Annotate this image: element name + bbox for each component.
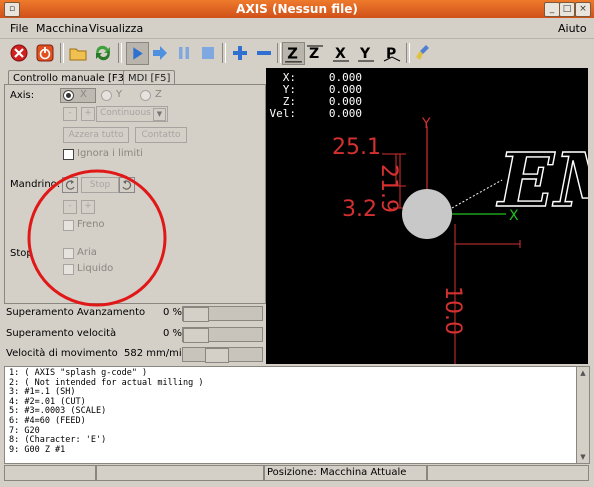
gcode-scrollbar[interactable]: ▲ ▼ bbox=[576, 366, 590, 464]
toolbar: Z Z X Y P bbox=[0, 39, 594, 69]
axis-x-label: X bbox=[80, 89, 87, 100]
rapid-move-line bbox=[451, 179, 503, 209]
view-y-icon[interactable]: Y bbox=[356, 43, 376, 63]
svg-text:Y: Y bbox=[359, 46, 371, 62]
gcode-line: 5: #3=.0003 (SCALE) bbox=[9, 406, 107, 417]
menu-bar: File Macchina Visualizza Aiuto bbox=[0, 18, 594, 39]
slider-thumb[interactable] bbox=[205, 348, 229, 363]
dim-label-b: 21.9 bbox=[376, 164, 401, 213]
stop-icon[interactable] bbox=[198, 43, 218, 63]
ignore-limits-checkbox[interactable] bbox=[63, 149, 74, 160]
power-icon[interactable] bbox=[35, 43, 55, 63]
preview-canvas[interactable]: X: 0.000 Y: 0.000 Z: 0.000 Vel: 0.000 25.1 2… bbox=[266, 68, 588, 364]
speed-override-value: 0 % bbox=[163, 328, 183, 339]
gcode-line: 3: #1=.1 (SH) bbox=[9, 387, 76, 398]
axis-y-label: Y bbox=[116, 89, 123, 100]
dimension-line-d-tick bbox=[455, 240, 521, 248]
menu-file[interactable]: File bbox=[10, 22, 28, 35]
jog-speed-slider[interactable] bbox=[182, 347, 263, 363]
jog-increment-select[interactable]: Continuous ▼ bbox=[96, 106, 168, 122]
view-z2-icon[interactable]: Z bbox=[305, 43, 325, 63]
scroll-down-icon[interactable]: ▼ bbox=[578, 452, 588, 462]
axis-z-radio[interactable] bbox=[140, 90, 151, 101]
estop-icon[interactable] bbox=[9, 43, 29, 63]
annotation-ellipse bbox=[27, 169, 167, 307]
svg-text:Z: Z bbox=[309, 46, 319, 62]
menu-macchina[interactable]: Macchina bbox=[36, 22, 88, 35]
svg-text:Z: Z bbox=[287, 46, 298, 63]
menu-visualizza[interactable]: Visualizza bbox=[89, 22, 143, 35]
open-folder-icon[interactable] bbox=[68, 43, 88, 63]
dim-label-c: 3.2 bbox=[342, 197, 377, 222]
gcode-line: 8: (Character: 'E') bbox=[9, 435, 107, 446]
y-axis-label: Y bbox=[421, 116, 431, 132]
zero-all-button[interactable]: Azzera tutto bbox=[63, 127, 129, 143]
jog-minus-button[interactable]: - bbox=[63, 107, 77, 121]
minimize-button[interactable]: _ bbox=[544, 2, 560, 17]
zoom-in-icon[interactable] bbox=[230, 43, 250, 63]
reload-icon[interactable] bbox=[93, 43, 113, 63]
title-bar: AXIS (Nessun file) ▫ _ □ × bbox=[0, 0, 594, 18]
feed-override-value: 0 % bbox=[163, 307, 183, 318]
view-z-icon[interactable]: Z bbox=[282, 42, 305, 65]
pause-icon[interactable] bbox=[174, 43, 194, 63]
status-position: Posizione: Macchina Attuale bbox=[263, 465, 428, 481]
view-x-icon[interactable]: X bbox=[331, 43, 351, 63]
status-cell-4 bbox=[426, 465, 589, 481]
toolbar-separator bbox=[222, 43, 226, 63]
run-icon[interactable] bbox=[126, 42, 149, 65]
scroll-up-icon[interactable]: ▲ bbox=[578, 368, 588, 378]
toolbar-separator bbox=[118, 43, 122, 63]
speed-override-slider[interactable] bbox=[182, 327, 263, 343]
jog-increment-value: Continuous bbox=[100, 108, 151, 118]
maximize-button[interactable]: □ bbox=[559, 2, 575, 17]
zoom-out-icon[interactable] bbox=[254, 43, 274, 63]
axis-label: Axis: bbox=[10, 90, 35, 101]
feed-override-slider[interactable] bbox=[182, 306, 263, 322]
dim-label-a: 25.1 bbox=[332, 135, 381, 160]
clear-plot-icon[interactable] bbox=[414, 43, 434, 63]
toolbar-separator bbox=[60, 43, 64, 63]
close-button[interactable]: × bbox=[575, 2, 591, 17]
toolpath-preview: 25.1 21.9 3.2 10.0 Y X EM bbox=[332, 116, 588, 364]
menu-aiuto[interactable]: Aiuto bbox=[558, 22, 587, 35]
ignore-limits-label: Ignora i limiti bbox=[77, 148, 143, 159]
gcode-text-area[interactable]: 1: ( AXIS "splash g-code" ) 2: ( Not int… bbox=[4, 366, 578, 464]
jog-speed-value: 582 mm/min bbox=[124, 348, 188, 359]
gcode-line: 9: G00 Z #1 bbox=[9, 444, 66, 455]
toolbar-separator bbox=[406, 43, 410, 63]
axis-z-label: Z bbox=[155, 89, 162, 100]
window-title: AXIS (Nessun file) bbox=[236, 2, 358, 16]
step-icon[interactable] bbox=[150, 43, 170, 63]
svg-text:X: X bbox=[335, 46, 346, 62]
axis-y-radio[interactable] bbox=[101, 90, 112, 101]
gcode-line: 2: ( Not intended for actual milling ) bbox=[9, 377, 204, 388]
jog-speed-label: Velocità di movimento bbox=[6, 348, 118, 359]
status-cell-2 bbox=[96, 465, 265, 481]
chevron-down-icon: ▼ bbox=[153, 108, 166, 121]
preview-text-em: EM bbox=[496, 138, 588, 224]
view-perspective-icon[interactable]: P bbox=[382, 43, 402, 63]
status-bar: Posizione: Macchina Attuale bbox=[4, 465, 589, 481]
touch-off-button[interactable]: Contatto bbox=[135, 127, 187, 143]
slider-thumb[interactable] bbox=[183, 307, 209, 322]
toolbar-separator bbox=[277, 43, 281, 63]
status-cell-1 bbox=[4, 465, 96, 481]
jog-plus-button[interactable]: + bbox=[81, 107, 95, 121]
speed-override-label: Superamento velocità bbox=[6, 328, 117, 339]
window-menu-icon[interactable]: ▫ bbox=[4, 2, 20, 17]
axis-x-radio[interactable] bbox=[63, 90, 74, 101]
dim-label-d: 10.0 bbox=[440, 286, 465, 335]
gcode-line: 6: #4=60 (FEED) bbox=[9, 415, 86, 426]
gcode-lines: 1: ( AXIS "splash g-code" ) 2: ( Not int… bbox=[5, 367, 577, 455]
tool-icon bbox=[402, 189, 452, 239]
slider-thumb[interactable] bbox=[183, 328, 209, 343]
feed-override-label: Superamento Avanzamento bbox=[6, 307, 146, 318]
